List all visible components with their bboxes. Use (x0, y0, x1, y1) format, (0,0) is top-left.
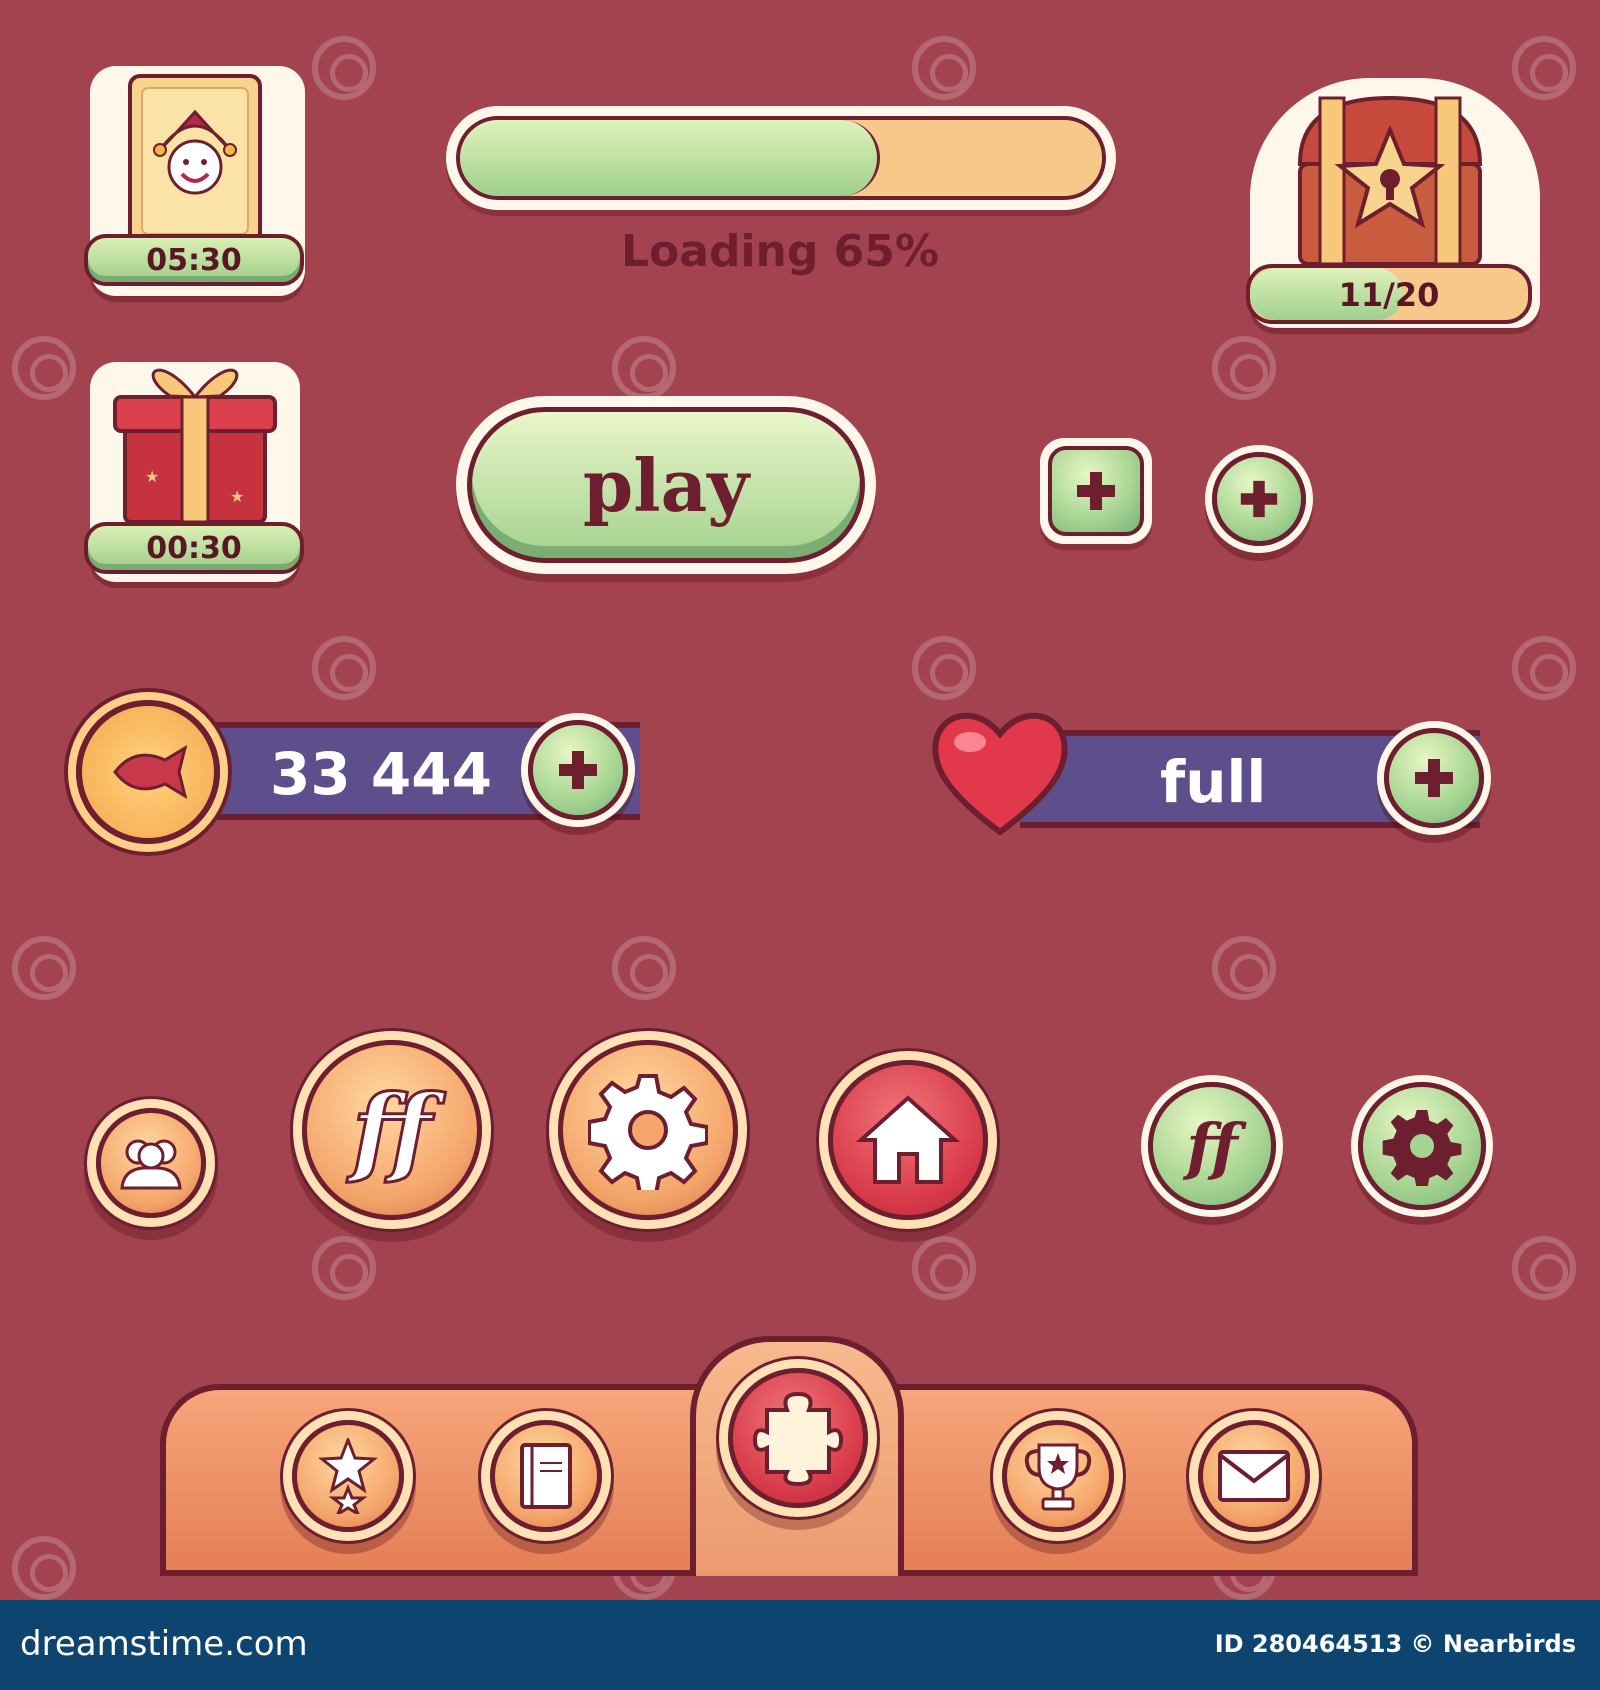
ff-small-button[interactable]: ff (1148, 1082, 1276, 1210)
gear-icon (1382, 1110, 1462, 1186)
joker-timer: 05:30 (84, 234, 304, 286)
watermark-logo (912, 636, 976, 700)
nav-trophy-button[interactable] (1002, 1420, 1114, 1532)
home-icon (855, 1095, 961, 1184)
coins-value: 33 444 (270, 740, 492, 808)
play-button[interactable]: play (456, 396, 876, 574)
gear-icon (588, 1074, 708, 1190)
nav-mail-button[interactable] (1198, 1420, 1310, 1532)
treasure-chest-icon (1297, 95, 1483, 266)
watermark-logo (1212, 936, 1276, 1000)
joker-card-icon (128, 74, 262, 248)
book-icon (520, 1443, 572, 1509)
square-plus-button[interactable] (1040, 438, 1152, 544)
chest-reward[interactable]: 11/20 (1246, 78, 1540, 328)
watermark-logo (1512, 36, 1576, 100)
fish-coin-icon (113, 744, 188, 800)
puzzle-piece-icon (753, 1391, 843, 1486)
fish-coin (76, 700, 220, 844)
footer-bar: dreamstime.com ID 280464513 © Nearbirds (0, 1600, 1600, 1690)
watermark-logo (12, 936, 76, 1000)
watermark-logo (312, 36, 376, 100)
settings-button[interactable] (558, 1040, 738, 1220)
footer-id-text: ID 280464513 © Nearbirds (1214, 1630, 1576, 1658)
settings-small-button[interactable] (1358, 1082, 1486, 1210)
svg-text:★: ★ (145, 467, 159, 486)
plus-icon (1077, 472, 1115, 510)
gift-box-icon: ★ ★ (113, 368, 277, 524)
coins-add-button[interactable] (528, 720, 628, 820)
ff-small-label: ff (1186, 1109, 1238, 1183)
lives-add-button[interactable] (1384, 728, 1484, 828)
friends-button[interactable] (96, 1108, 206, 1218)
chest-counter-text: 11/20 (1338, 276, 1440, 314)
round-plus-button[interactable] (1212, 452, 1306, 546)
stars-icon (318, 1438, 378, 1514)
gift-timer-text: 00:30 (146, 530, 242, 566)
home-button[interactable] (828, 1060, 988, 1220)
chest-progress: 11/20 (1246, 264, 1532, 324)
loading-bar (446, 106, 1116, 210)
watermark-logo (612, 936, 676, 1000)
loading-track (456, 116, 1106, 200)
watermark-logo (312, 636, 376, 700)
watermark-logo (1212, 336, 1276, 400)
trophy-icon (1024, 1443, 1092, 1511)
watermark-logo (912, 36, 976, 100)
mail-icon (1218, 1450, 1290, 1502)
watermark-logo (612, 336, 676, 400)
ff-large-label: ff (351, 1072, 433, 1188)
footer-site: dreamstime.com (20, 1624, 308, 1664)
joker-reward[interactable]: 05:30 (84, 66, 305, 296)
nav-book-button[interactable] (490, 1420, 602, 1532)
watermark-logo (12, 336, 76, 400)
svg-text:★: ★ (230, 487, 244, 506)
watermark-logo (12, 1536, 76, 1600)
watermark-logo (1512, 1236, 1576, 1300)
watermark-logo (1512, 636, 1576, 700)
watermark-logo (912, 1236, 976, 1300)
joker-timer-text: 05:30 (146, 242, 242, 278)
plus-icon (559, 751, 597, 789)
heart-icon (932, 712, 1068, 836)
play-label: play (582, 442, 750, 528)
plus-icon (1415, 759, 1453, 797)
nav-puzzle-button[interactable] (728, 1368, 868, 1508)
loading-label: Loading 65% (621, 226, 939, 277)
watermark-logo (312, 1236, 376, 1300)
gift-timer: 00:30 (84, 522, 304, 574)
lives-value: full (1160, 748, 1267, 816)
nav-stars-button[interactable] (292, 1420, 404, 1532)
friends-icon (120, 1139, 182, 1190)
loading-fill (460, 120, 881, 196)
gift-reward[interactable]: ★ ★ 00:30 (84, 362, 304, 582)
plus-icon (1240, 480, 1278, 518)
ff-large-button[interactable]: ff (302, 1040, 482, 1220)
